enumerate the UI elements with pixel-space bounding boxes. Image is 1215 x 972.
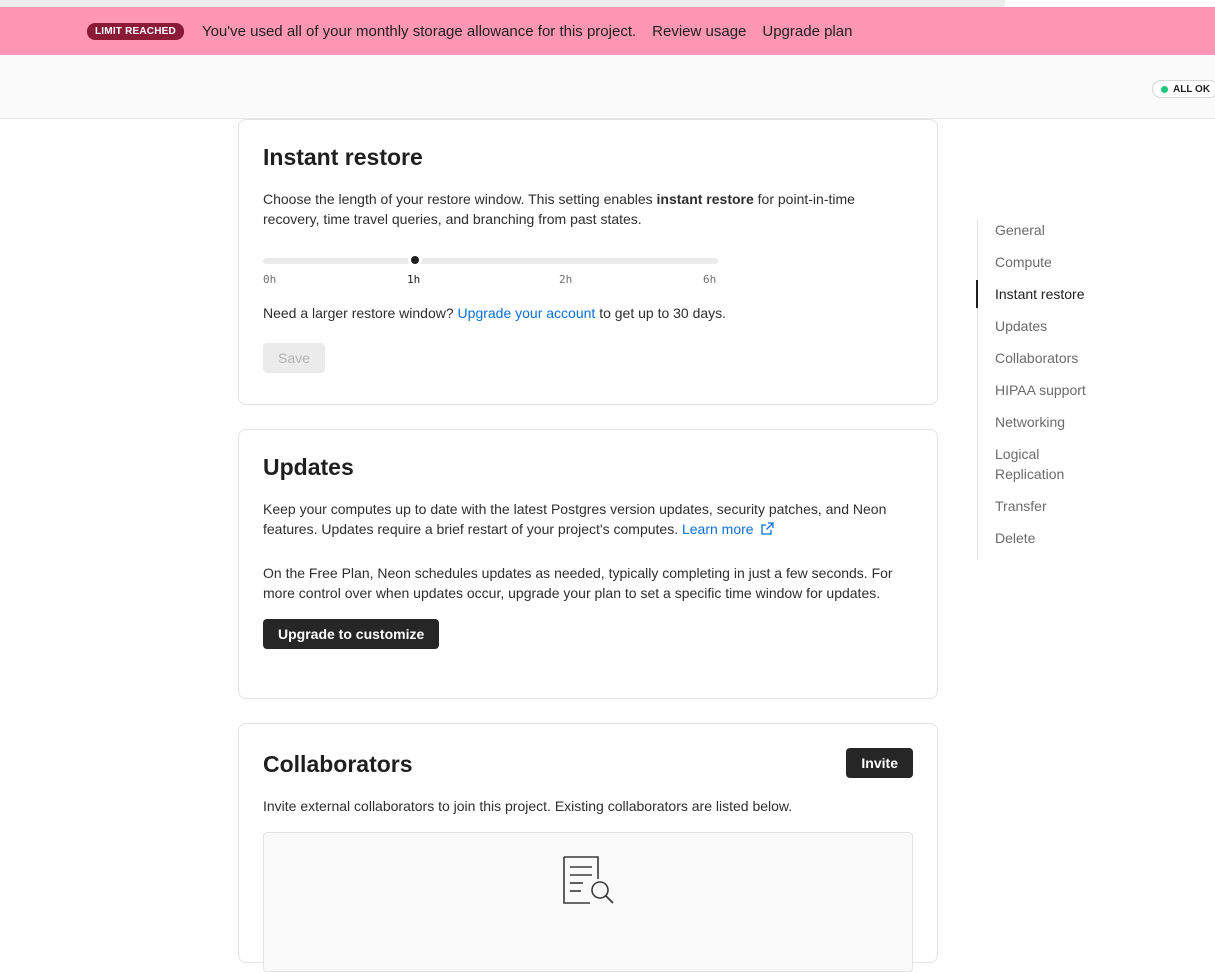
instant-restore-title: Instant restore [263,144,423,170]
collaborators-title: Collaborators [263,750,413,777]
toc-item-collaborators[interactable]: Collaborators [978,348,1098,368]
slider-thumb[interactable] [411,256,419,264]
limit-badge: LIMIT REACHED [87,22,184,40]
collaborators-card: Collaborators Invite Invite external col… [238,723,938,972]
restore-window-slider[interactable]: 0h 1h 2h 6h [263,249,718,289]
status-dot-icon [1161,85,1168,93]
document-search-icon [563,856,614,904]
updates-card: Updates Keep your computes up to date wi… [238,429,938,699]
status-pill[interactable]: ALL OK [1152,80,1215,98]
slider-track[interactable] [263,258,718,264]
external-link-icon [761,522,775,535]
top-strip [0,0,1005,7]
toc-item-updates[interactable]: Updates [978,316,1098,336]
toc-item-logical-replication[interactable]: Logical Replication [978,444,1068,484]
save-button[interactable]: Save [263,343,325,373]
banner-message: You've used all of your monthly storage … [201,22,637,40]
upgrade-plan-link[interactable]: Upgrade plan [762,23,852,40]
settings-toc: General Compute Instant restore Updates … [976,220,1098,560]
free-plan-note: On the Free Plan, Neon schedules updates… [263,565,893,601]
toc-item-hipaa-support[interactable]: HIPAA support [978,380,1098,400]
tick-label-selected: 1h [407,273,421,286]
toc-item-delete[interactable]: Delete [978,528,1098,548]
upgrade-account-link[interactable]: Upgrade your account [458,305,596,321]
tick-label: 2h [559,273,573,286]
invite-button[interactable]: Invite [846,748,913,778]
restore-upgrade-note: Need a larger restore window? Upgrade yo… [263,305,727,321]
toc-item-networking[interactable]: Networking [978,412,1098,432]
status-label: ALL OK [1173,83,1211,95]
learn-more-link[interactable]: Learn more [682,521,775,537]
review-usage-link[interactable]: Review usage [652,23,746,40]
updates-description: Keep your computes up to date with the l… [263,501,887,537]
tick-label: 0h [263,273,277,286]
toc-item-general[interactable]: General [978,220,1098,240]
upgrade-to-customize-button[interactable]: Upgrade to customize [263,619,440,649]
updates-title: Updates [263,454,354,480]
limit-banner: LIMIT REACHED You've used all of your mo… [0,7,1215,55]
toc-item-compute[interactable]: Compute [978,252,1098,272]
toc-item-instant-restore[interactable]: Instant restore [976,280,1098,308]
instant-restore-description: Choose the length of your restore window… [263,191,855,227]
collaborators-empty-state [263,832,913,972]
toc-item-transfer[interactable]: Transfer [978,496,1098,516]
page-header: ALL OK [0,55,1215,119]
collaborators-description: Invite external collaborators to join th… [263,798,793,814]
instant-restore-card: Instant restore Choose the length of you… [238,119,938,405]
collaborators-header: Collaborators Invite [263,748,913,778]
tick-label: 6h [703,273,717,286]
